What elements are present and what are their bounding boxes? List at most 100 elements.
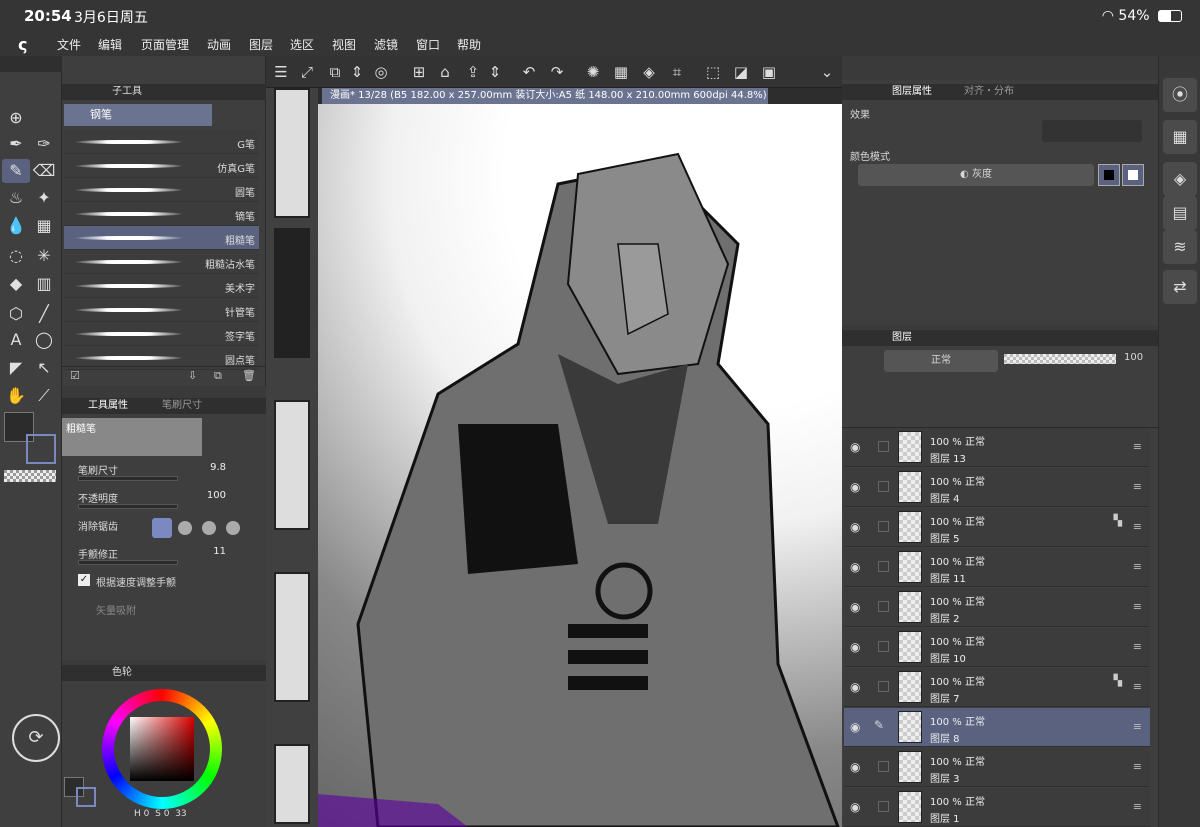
eye-icon[interactable]: ◉ [850, 440, 860, 454]
layer-property-icon[interactable]: ◈ [1163, 162, 1197, 196]
page-thumbnail[interactable] [274, 572, 310, 702]
eye-icon[interactable]: ◉ [850, 800, 860, 814]
eye-icon[interactable]: ◉ [850, 600, 860, 614]
blend-mode-select[interactable]: 正常 [884, 350, 998, 372]
cube-icon[interactable]: ⬡ [2, 302, 30, 326]
layer-checkbox[interactable] [878, 641, 889, 652]
frame-icon[interactable]: ◤ [2, 356, 30, 380]
antialias-mid-icon[interactable] [202, 521, 216, 535]
text-icon[interactable]: A [2, 328, 30, 352]
brush-item[interactable]: G笔 [64, 130, 259, 154]
app-logo-icon[interactable]: ς [18, 35, 27, 54]
transparent-color-swatch[interactable] [4, 470, 56, 482]
deselect-icon[interactable]: ⬚ [702, 61, 724, 83]
menu-view[interactable]: 视图 [332, 36, 356, 53]
eraser-icon[interactable]: ⌫ [30, 159, 58, 183]
tab-layer-property[interactable]: 图层属性 [892, 84, 932, 100]
eye-icon[interactable]: ◉ [850, 640, 860, 654]
prop-antialias[interactable]: 消除锯齿 [74, 516, 264, 544]
opacity-slider[interactable] [78, 504, 178, 509]
layer-menu-icon[interactable]: ≡ [1133, 480, 1142, 493]
fill-icon[interactable]: ◈ [638, 61, 660, 83]
menu-edit[interactable]: 编辑 [98, 36, 122, 53]
layer-row[interactable]: ◉ 100 % 正常 图层 10 ≡ [844, 628, 1150, 667]
color-sub-swatch[interactable] [76, 787, 96, 807]
transform-icon[interactable]: ⧉ [324, 61, 346, 83]
menu-filter[interactable]: 滤镜 [374, 36, 398, 53]
white-color-toggle[interactable] [1122, 164, 1144, 186]
page-thumbnail[interactable] [274, 228, 310, 358]
layer-row[interactable]: ◉ 100 % 正常 图层 4 ≡ [844, 468, 1150, 507]
pen2-icon[interactable]: ✑ [30, 132, 58, 156]
trash-icon[interactable]: 🗑 [242, 369, 256, 382]
layer-row[interactable]: ◉ 100 % 正常 图层 13 ≡ [844, 428, 1150, 467]
spiral-icon[interactable]: ◎ [370, 61, 392, 83]
layer-checkbox[interactable] [878, 761, 889, 772]
tab-brush-size[interactable]: 笔刷尺寸 [162, 398, 202, 414]
menu-file[interactable]: 文件 [57, 36, 81, 53]
fit-canvas-icon[interactable]: ⤢ [296, 61, 318, 83]
stabilizer-slider[interactable] [78, 560, 178, 565]
calendar-icon[interactable]: ▦ [1163, 120, 1197, 154]
layer-menu-icon[interactable]: ≡ [1133, 680, 1142, 693]
navigator-icon[interactable]: ⦿ [1163, 78, 1197, 112]
layer-menu-icon[interactable]: ≡ [1133, 440, 1142, 453]
prop-stabilizer[interactable]: 手颤修正 11 [74, 544, 264, 572]
layer-row[interactable]: ◉ 100 % 正常 图层 7 ▚ ≡ [844, 668, 1150, 707]
lasso-icon[interactable]: ◌ [2, 244, 30, 268]
antialias-none-icon[interactable] [152, 518, 172, 538]
duplicate-icon[interactable]: ⧉ [214, 369, 222, 383]
layer-row[interactable]: ◉ 100 % 正常 图层 5 ▚ ≡ [844, 508, 1150, 547]
brush-icon[interactable]: ♨ [2, 186, 30, 210]
stepper-icon[interactable]: ⇕ [346, 61, 368, 83]
loading-icon[interactable]: ✺ [582, 61, 604, 83]
tab-layers[interactable]: 图层 [892, 330, 912, 346]
transfer-icon[interactable]: ⇄ [1163, 270, 1197, 304]
tab-align[interactable]: 对齐・分布 [964, 84, 1014, 100]
layer-row[interactable]: ◉ 100 % 正常 图层 2 ≡ [844, 588, 1150, 627]
subtool-group-tab[interactable]: 钢笔 [64, 104, 212, 126]
balloon-icon[interactable]: ◯ [30, 328, 58, 352]
import-icon[interactable]: ⇩ [188, 369, 197, 382]
page-thumbnail[interactable] [274, 400, 310, 530]
redo-icon[interactable]: ↷ [546, 61, 568, 83]
sub-color-swatch[interactable] [26, 434, 56, 464]
layer-menu-icon[interactable]: ≡ [1133, 760, 1142, 773]
new-page-icon[interactable]: ⊞ [408, 61, 430, 83]
layer-checkbox[interactable] [878, 561, 889, 572]
brush-item[interactable]: 针管笔 [64, 298, 259, 322]
eye-icon[interactable]: ◉ [850, 720, 860, 734]
clear-icon[interactable]: ▦ [610, 61, 632, 83]
magic-wand-icon[interactable]: ✳ [30, 244, 58, 268]
page-thumbnail[interactable] [274, 88, 310, 218]
layer-checkbox[interactable] [878, 521, 889, 532]
undo-icon[interactable]: ↶ [518, 61, 540, 83]
blend-icon[interactable]: 💧 [2, 214, 30, 238]
black-color-toggle[interactable] [1098, 164, 1120, 186]
selection-border-icon[interactable]: ▣ [758, 61, 780, 83]
line-icon[interactable]: ╱ [30, 302, 58, 326]
stepper2-icon[interactable]: ⇕ [484, 61, 506, 83]
layer-checkbox[interactable] [878, 681, 889, 692]
brush-item[interactable]: 签字笔 [64, 322, 259, 346]
sparkle-icon[interactable]: ✦ [30, 186, 58, 210]
menu-help[interactable]: 帮助 [457, 36, 481, 53]
subtool-settings-icon[interactable]: ☑ [70, 369, 80, 382]
pencil-icon[interactable]: ✎ [2, 159, 30, 183]
tab-color-wheel[interactable]: 色轮 [112, 665, 132, 681]
brush-size-slider[interactable] [78, 476, 178, 481]
antialias-strong-icon[interactable] [226, 521, 240, 535]
brush-item[interactable]: 粗糙笔 [64, 226, 259, 250]
layer-opacity-slider[interactable] [1004, 354, 1116, 364]
brush-item[interactable]: 镝笔 [64, 202, 259, 226]
crop-icon[interactable]: ⌗ [666, 61, 688, 83]
color-wheel[interactable] [102, 689, 222, 809]
effect-buttons[interactable] [1042, 120, 1142, 142]
brush-item[interactable]: 粗糙沾水笔 [64, 250, 259, 274]
export-icon[interactable]: ⇪ [462, 61, 484, 83]
tab-tool-property[interactable]: 工具属性 [88, 398, 128, 414]
eye-icon[interactable]: ◉ [850, 680, 860, 694]
layer-checkbox[interactable] [878, 441, 889, 452]
layer-row[interactable]: ◉ ✎ 100 % 正常 图层 8 ≡ [844, 708, 1150, 747]
hamburger-icon[interactable]: ☰ [270, 61, 292, 83]
